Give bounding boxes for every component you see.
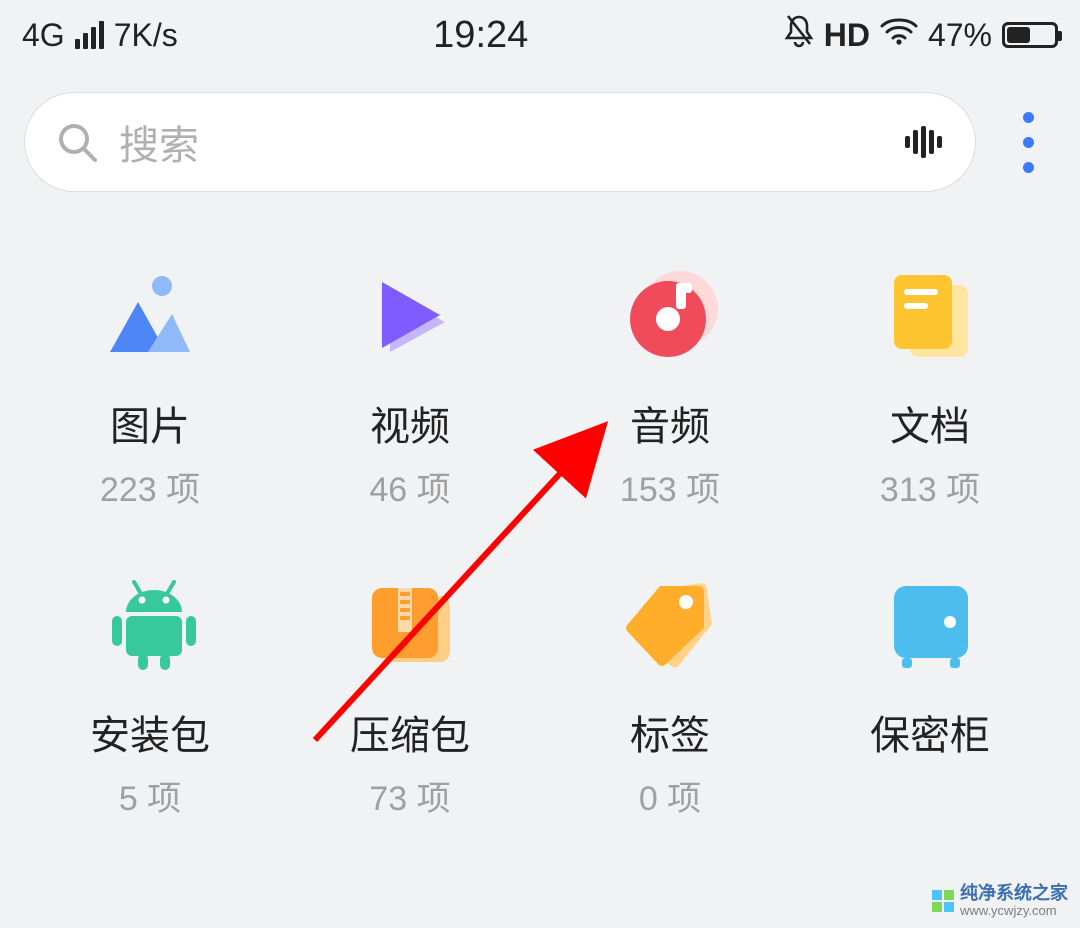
battery-percent: 47% [928,17,992,54]
category-images[interactable]: 图片 223 项 [20,262,280,511]
search-row: 搜索 [0,70,1080,202]
watermark-logo-icon [932,890,954,912]
category-archives[interactable]: 压缩包 73 项 [280,571,540,820]
video-icon [355,262,465,372]
category-grid: 图片 223 项 视频 46 项 音频 153 项 [0,202,1080,820]
category-count: 153 项 [620,462,720,511]
mute-icon [784,14,814,56]
voice-input-icon[interactable] [901,120,945,164]
watermark-title: 纯净系统之家 [960,884,1068,904]
category-count: 73 项 [369,771,450,820]
category-apk[interactable]: 安装包 5 项 [20,571,280,820]
category-safe[interactable]: 保密柜 [800,571,1060,820]
network-type: 4G [22,17,65,54]
watermark-url: www.ycwjzy.com [960,904,1068,918]
category-label: 音频 [630,394,710,452]
category-audio[interactable]: 音频 153 项 [540,262,800,511]
category-label: 图片 [110,394,190,452]
more-button[interactable] [1000,102,1056,182]
category-label: 文档 [890,394,970,452]
category-label: 视频 [370,394,450,452]
battery-icon [1002,22,1058,48]
network-speed: 7K/s [114,17,178,54]
hd-badge: HD [824,17,870,54]
category-label: 保密柜 [870,703,990,761]
search-input[interactable]: 搜索 [24,92,976,192]
category-documents[interactable]: 文档 313 项 [800,262,1060,511]
status-bar: 4G 7K/s 19:24 HD 47% [0,0,1080,70]
watermark: 纯净系统之家 www.ycwjzy.com [932,884,1068,918]
signal-icon [75,21,104,49]
category-count: 0 项 [639,771,701,820]
category-label: 安装包 [90,703,210,761]
image-icon [95,262,205,372]
category-label: 压缩包 [350,703,470,761]
document-icon [875,262,985,372]
tag-icon [615,571,725,681]
status-right: HD 47% [784,14,1058,56]
category-videos[interactable]: 视频 46 项 [280,262,540,511]
more-icon [1023,112,1034,173]
wifi-icon [880,16,918,54]
archive-icon [355,571,465,681]
search-placeholder: 搜索 [119,113,901,171]
audio-icon [615,262,725,372]
status-time: 19:24 [433,14,528,57]
category-tags[interactable]: 标签 0 项 [540,571,800,820]
category-count: 313 项 [880,462,980,511]
category-count: 5 项 [119,771,181,820]
category-label: 标签 [630,703,710,761]
search-icon [55,120,99,164]
safe-icon [875,571,985,681]
status-left: 4G 7K/s [22,17,178,54]
category-count: 46 项 [369,462,450,511]
apk-icon [95,571,205,681]
category-count: 223 项 [100,462,200,511]
